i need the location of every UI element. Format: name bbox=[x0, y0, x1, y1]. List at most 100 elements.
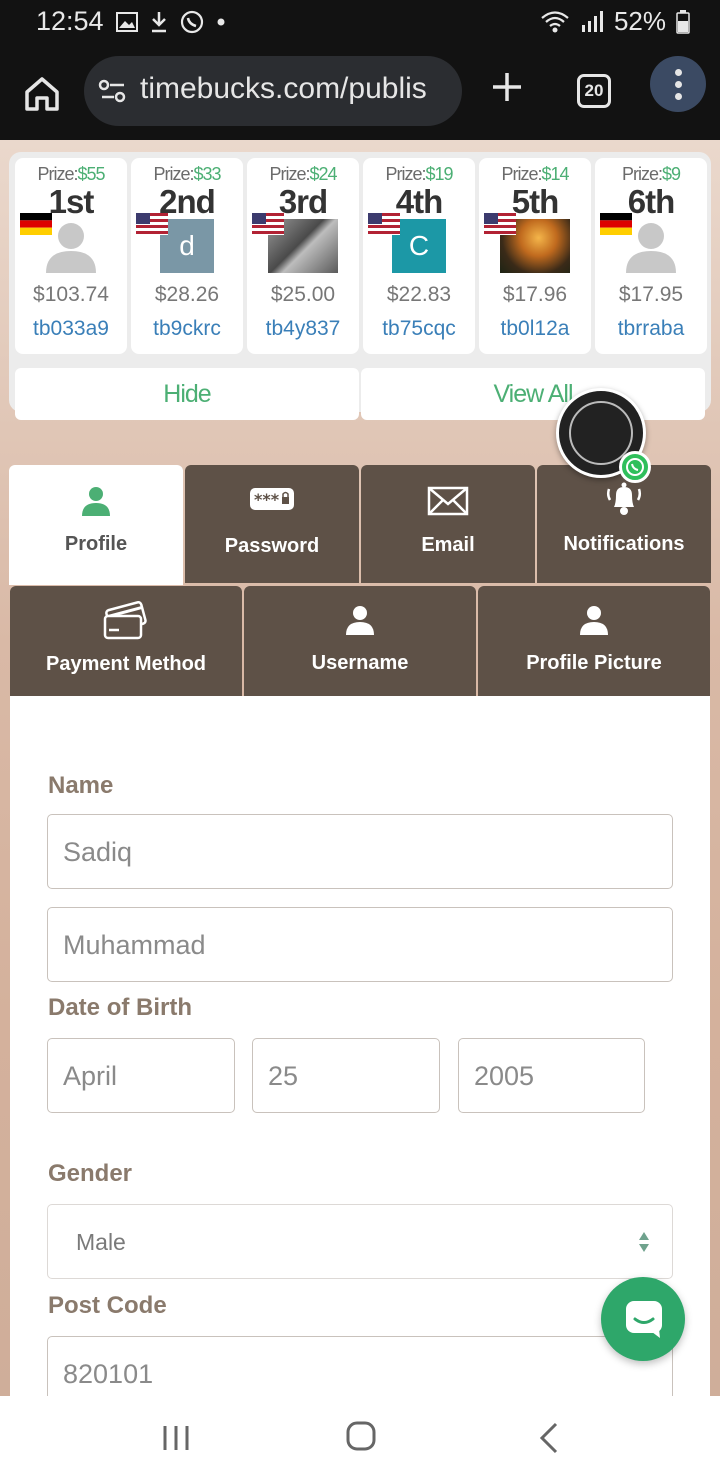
prize-value: $55 bbox=[77, 164, 105, 184]
tab-password[interactable]: *** Password bbox=[185, 465, 359, 583]
prize-label: Prize: bbox=[385, 164, 426, 184]
tab-profile[interactable]: Profile bbox=[9, 465, 183, 585]
username-link[interactable]: tb4y837 bbox=[247, 317, 359, 341]
tab-username-label: Username bbox=[311, 652, 409, 674]
leaderboard-entry[interactable]: Prize:$33 2nd d $28.26 tb9ckrc bbox=[131, 158, 243, 354]
germany-flag-icon bbox=[600, 213, 632, 235]
avatar-wrap bbox=[20, 213, 106, 273]
prize-value: $14 bbox=[541, 164, 569, 184]
dot-icon bbox=[217, 18, 225, 26]
username-link[interactable]: tb033a9 bbox=[15, 317, 127, 341]
avatar-wrap: d bbox=[136, 213, 222, 273]
postcode-label: Post Code bbox=[48, 1292, 167, 1319]
prize-label: Prize: bbox=[621, 164, 663, 184]
dob-day-input[interactable]: 25 bbox=[252, 1038, 440, 1113]
username-link[interactable]: tb0l12a bbox=[479, 317, 591, 341]
leaderboard-entry[interactable]: Prize:$55 1st $103.74 tb033a9 bbox=[15, 158, 127, 354]
leaderboard-entry[interactable]: Prize:$9 6th $17.95 tbrraba bbox=[595, 158, 707, 354]
credit-card-icon bbox=[103, 601, 147, 640]
recent-apps-icon[interactable] bbox=[162, 1424, 190, 1452]
leaderboard-card: Prize:$55 1st $103.74 tb033a9 Prize:$33 2nd d $… bbox=[9, 152, 711, 420]
url-text: timebucks.com/publis bbox=[140, 72, 427, 105]
earnings-amount: $25.00 bbox=[270, 283, 336, 306]
home-icon[interactable] bbox=[22, 74, 62, 114]
leaderboard-entry[interactable]: Prize:$14 5th $17.96 tb0l12a bbox=[479, 158, 591, 354]
select-arrows-icon bbox=[639, 1232, 649, 1252]
prize-label: Prize: bbox=[269, 164, 310, 184]
prize-label: Prize: bbox=[37, 164, 78, 184]
tab-payment-method-label: Payment Method bbox=[45, 653, 207, 675]
download-icon bbox=[152, 12, 166, 33]
status-time: 12:54 bbox=[36, 6, 104, 36]
tab-profile-label: Profile bbox=[64, 533, 128, 555]
usa-flag-icon bbox=[252, 213, 284, 235]
browser-menu-button[interactable] bbox=[650, 56, 706, 112]
svg-text:***: *** bbox=[254, 490, 280, 509]
postcode-input[interactable]: 820101 bbox=[47, 1336, 673, 1396]
tab-email-label: Email bbox=[421, 534, 475, 556]
user-icon bbox=[580, 606, 608, 635]
whatsapp-mini-icon bbox=[619, 451, 651, 483]
back-icon[interactable] bbox=[538, 1422, 560, 1454]
leaderboard-entry[interactable]: Prize:$19 4th C $22.83 tb75cqc bbox=[363, 158, 475, 354]
gender-value: Male bbox=[76, 1229, 126, 1255]
tab-password-label: Password bbox=[224, 535, 320, 557]
dob-year-input[interactable]: 2005 bbox=[458, 1038, 645, 1113]
tab-profile-picture[interactable]: Profile Picture bbox=[478, 586, 710, 698]
tab-username[interactable]: Username bbox=[244, 586, 476, 698]
status-bar: 12:54 52% bbox=[0, 0, 720, 46]
earnings-amount: $17.95 bbox=[618, 283, 684, 306]
usa-flag-icon bbox=[484, 213, 516, 235]
prize-value: $19 bbox=[425, 164, 453, 184]
prize-label: Prize: bbox=[153, 164, 194, 184]
tab-switcher-button[interactable]: 20 bbox=[577, 74, 611, 108]
letter-avatar: C bbox=[392, 219, 446, 273]
avatar-letter: C bbox=[408, 230, 430, 261]
avatar-wrap bbox=[484, 213, 570, 273]
chat-button[interactable] bbox=[601, 1277, 685, 1361]
home-nav-icon[interactable] bbox=[346, 1420, 376, 1452]
usa-flag-icon bbox=[136, 213, 168, 235]
wifi-icon bbox=[541, 10, 569, 32]
first-name-input[interactable]: Sadiq bbox=[47, 814, 673, 889]
letter-avatar: d bbox=[160, 219, 214, 273]
whatsapp-group-badge[interactable] bbox=[556, 388, 651, 483]
germany-flag-icon bbox=[20, 213, 52, 235]
avatar-letter: d bbox=[179, 230, 195, 261]
prize-text: Prize:$55 bbox=[15, 164, 127, 185]
dob-label: Date of Birth bbox=[48, 994, 192, 1021]
avatar-wrap: C bbox=[368, 213, 454, 273]
tab-payment-method[interactable]: Payment Method bbox=[10, 586, 242, 698]
username-link[interactable]: tb9ckrc bbox=[131, 317, 243, 341]
gender-select[interactable]: Male bbox=[47, 1204, 673, 1279]
address-bar[interactable]: timebucks.com/publis bbox=[84, 56, 462, 126]
battery-percent: 52% bbox=[613, 6, 666, 36]
tab-email[interactable]: Email bbox=[361, 465, 535, 583]
tab-profile-picture-label: Profile Picture bbox=[526, 652, 662, 674]
leaderboard-entry[interactable]: Prize:$24 3rd $25.00 tb4y837 bbox=[247, 158, 359, 354]
name-label: Name bbox=[48, 772, 114, 799]
view-all-button[interactable]: View All bbox=[361, 368, 705, 420]
last-name-input[interactable]: Muhammad bbox=[47, 907, 673, 982]
avatar-wrap bbox=[252, 213, 338, 273]
prize-text: Prize:$9 bbox=[595, 164, 707, 185]
new-tab-icon[interactable] bbox=[490, 70, 524, 104]
prize-text: Prize:$14 bbox=[479, 164, 591, 185]
menu-dot-icon bbox=[675, 93, 682, 100]
prize-text: Prize:$33 bbox=[131, 164, 243, 185]
site-settings-icon[interactable] bbox=[98, 78, 128, 104]
envelope-icon bbox=[427, 486, 469, 516]
tab-notifications[interactable]: Notifications bbox=[537, 465, 711, 583]
dob-month-input[interactable]: April bbox=[47, 1038, 235, 1113]
menu-dot-icon bbox=[675, 81, 682, 88]
username-link[interactable]: tbrraba bbox=[595, 317, 707, 341]
chat-icon bbox=[626, 1301, 662, 1338]
whatsapp-icon bbox=[180, 10, 204, 34]
username-link[interactable]: tb75cqc bbox=[363, 317, 475, 341]
notification-icons bbox=[116, 10, 226, 34]
menu-dot-icon bbox=[675, 69, 682, 76]
page-content: Prize:$55 1st $103.74 tb033a9 Prize:$33 2nd d $… bbox=[0, 140, 720, 1396]
hide-button[interactable]: Hide bbox=[15, 368, 359, 420]
prize-value: $9 bbox=[661, 164, 681, 184]
user-icon bbox=[82, 487, 110, 516]
